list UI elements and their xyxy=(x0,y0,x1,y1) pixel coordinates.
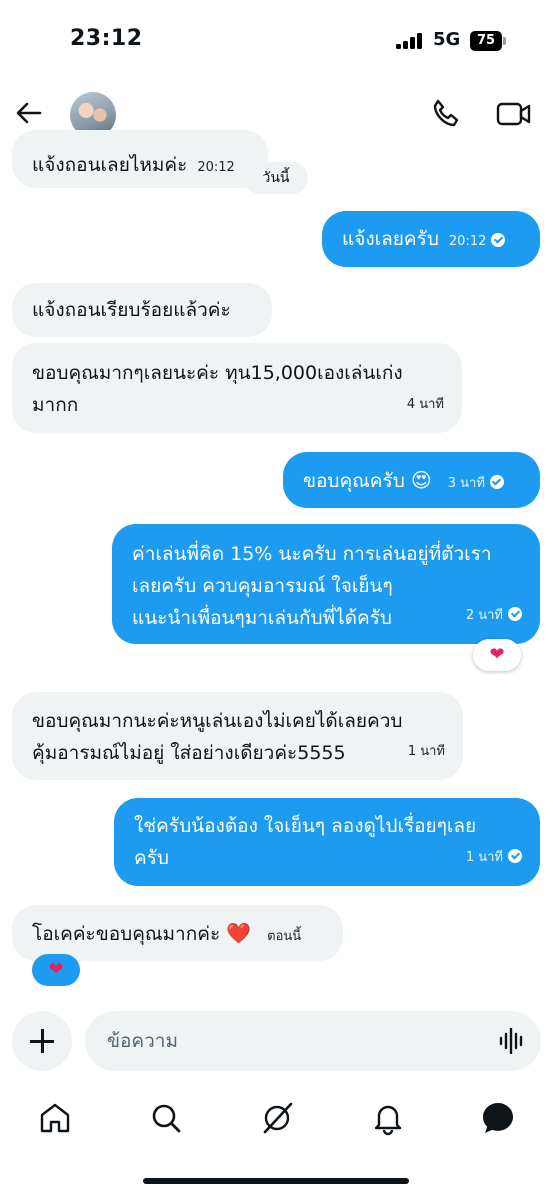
message-input[interactable] xyxy=(107,1011,487,1071)
message-text: แจ้งถอนเรียบร้อยแล้วค่ะ xyxy=(32,299,231,321)
message-composer xyxy=(85,1011,541,1071)
voice-message-icon[interactable] xyxy=(498,1027,526,1055)
message-time: 1 นาที xyxy=(465,850,503,865)
message-bubble-incoming[interactable]: แจ้งถอนเลยไหมค่ะ 20:12 xyxy=(12,130,268,188)
read-receipt-icon xyxy=(508,849,522,863)
message-text-line: เลยครับ ควบคุมอารมณ์ ใจเย็นๆ xyxy=(132,575,393,597)
status-bar: 23:12 5G 75 xyxy=(0,0,553,84)
message-text-line: ครับ xyxy=(134,847,169,869)
message-text-line: มากก xyxy=(32,394,79,416)
message-text: โอเคค่ะขอบคุณมากค่ะ xyxy=(32,923,221,945)
message-time: ตอนนี้ xyxy=(267,929,302,944)
day-divider: วันนี้ xyxy=(244,162,308,194)
read-receipt-icon xyxy=(491,233,506,247)
message-time: 20:12 xyxy=(197,160,235,175)
grok-icon[interactable] xyxy=(259,1100,295,1136)
message-text-line: ขอบคุณมากๆเลยนะค่ะ ทุน15,000เองเล่นเก่ง xyxy=(32,362,403,384)
home-indicator xyxy=(143,1178,409,1184)
message-time: 20:12 xyxy=(448,234,487,249)
battery-icon: 75 xyxy=(470,31,502,51)
message-text-line: ใช่ครับน้องต้อง ใจเย็นๆ ลองดูไปเรื่อยๆเล… xyxy=(134,815,477,837)
message-bubble-incoming[interactable]: โอเคค่ะขอบคุณมากค่ะ ❤️ ตอนนี้ xyxy=(12,905,343,961)
message-time: 2 นาที xyxy=(465,608,503,623)
message-text: แจ้งเลยครับ xyxy=(342,228,439,250)
network-type: 5G xyxy=(433,29,461,50)
video-camera-icon[interactable] xyxy=(495,96,533,132)
notifications-bell-icon[interactable] xyxy=(370,1100,406,1136)
red-heart-emoji-icon: ❤️ xyxy=(226,921,252,945)
bottom-navigation xyxy=(0,1090,553,1146)
cellular-signal-icon xyxy=(396,33,422,49)
message-text-line: ขอบคุณมากนะค่ะหนูเล่นเองไม่เคยได้เลยควบ xyxy=(32,710,403,732)
search-icon[interactable] xyxy=(148,1100,184,1136)
back-arrow-icon[interactable] xyxy=(12,96,46,130)
read-receipt-icon xyxy=(489,475,504,489)
home-icon[interactable] xyxy=(37,1100,73,1136)
heart-reaction-icon[interactable]: ❤ xyxy=(32,954,80,986)
message-bubble-incoming[interactable]: ขอบคุณมากนะค่ะหนูเล่นเองไม่เคยได้เลยควบ … xyxy=(12,692,463,780)
message-text-line: แนะนำเพื่อนๆมาเล่นกับพี่ได้ครับ xyxy=(132,607,392,629)
phone-icon[interactable] xyxy=(428,96,464,132)
message-text: ขอบคุณครับ xyxy=(303,470,405,492)
message-time: 3 นาที xyxy=(447,476,485,491)
add-attachment-button[interactable] xyxy=(12,1011,72,1071)
heart-eyes-emoji-icon: 😍 xyxy=(410,468,432,492)
message-text-line: คุ้มอารมณ์ไม่อยู่ ใส่อย่างเดียวค่ะ5555 xyxy=(32,742,346,764)
read-receipt-icon xyxy=(508,607,522,621)
message-bubble-incoming[interactable]: แจ้งถอนเรียบร้อยแล้วค่ะ xyxy=(12,283,272,337)
status-time: 23:12 xyxy=(70,26,143,51)
message-time: 1 นาที xyxy=(407,744,445,759)
message-time: 4 นาที xyxy=(406,397,444,412)
message-text: แจ้งถอนเลยไหมค่ะ xyxy=(32,154,188,176)
heart-reaction-icon[interactable]: ❤ xyxy=(473,639,521,671)
message-bubble-outgoing[interactable]: ค่าเล่นพี่คิด 15% นะครับ การเล่นอยู่ที่ต… xyxy=(112,524,540,644)
message-bubble-outgoing[interactable]: ใช่ครับน้องต้อง ใจเย็นๆ ลองดูไปเรื่อยๆเล… xyxy=(114,798,540,886)
battery-tip xyxy=(503,37,506,45)
message-bubble-incoming[interactable]: ขอบคุณมากๆเลยนะค่ะ ทุน15,000เองเล่นเก่ง … xyxy=(12,343,462,433)
messages-icon[interactable] xyxy=(480,1100,516,1136)
message-bubble-outgoing[interactable]: ขอบคุณครับ 😍 3 นาที xyxy=(283,452,540,508)
message-bubble-outgoing[interactable]: แจ้งเลยครับ 20:12 xyxy=(322,211,540,267)
message-text-line: ค่าเล่นพี่คิด 15% นะครับ การเล่นอยู่ที่ต… xyxy=(132,543,492,565)
